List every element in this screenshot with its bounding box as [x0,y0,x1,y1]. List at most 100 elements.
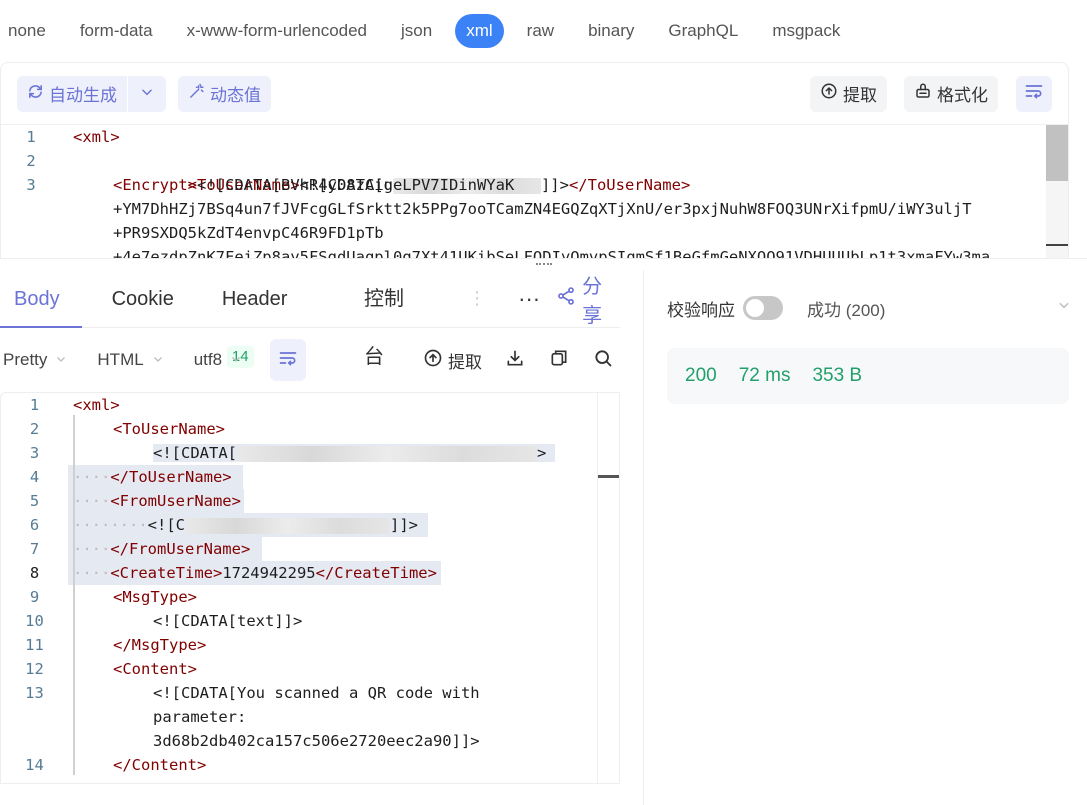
refresh-icon [27,83,44,105]
vertical-scrollbar[interactable] [1046,125,1068,258]
response-metrics: 200 72 ms 353 B [667,348,1069,404]
code-line: 8 ····<CreateTime>1724942295</CreateTime… [1,561,619,585]
tab-console[interactable]: 控制台 [364,270,422,368]
request-body-editor: 自动生成 动态值 提取 格式化 1 <xml> 2 <ToUserName><!… [0,62,1069,258]
code-line: 11 </MsgType> [25,636,207,654]
code-line: 7 ····</FromUserName> [1,537,619,561]
word-wrap-toggle[interactable] [1016,75,1052,112]
chevron-down-icon[interactable] [128,85,166,102]
content-type-select[interactable]: HTML [97,350,163,370]
body-type-xml[interactable]: xml [455,14,504,48]
code-line: +PR9SXDQ5kZdT4envpC46R9FD1pTb [1,221,1068,245]
magic-wand-icon [188,83,205,105]
code-line: 4 ····</ToUserName> [1,465,619,489]
auto-generate-split-button: 自动生成 [17,75,166,112]
word-wrap-toggle[interactable] [270,339,307,381]
format-icon [914,82,932,105]
verify-response-label: 校验响应 [667,300,735,320]
chevron-down-icon [55,353,67,368]
share-icon [556,286,582,312]
wrap-lines-icon [278,348,298,373]
dynamic-value-label: 动态值 [210,86,261,105]
cdata-text: +4e7ezdpZnK7FeiZp8ay5FSgdUaqpl0q7Xt41UKi… [113,248,991,258]
tab-cookie[interactable]: Cookie [112,270,174,328]
response-time: 72 ms [738,365,791,386]
share-button[interactable]: 分享 [556,270,620,328]
cdata-text: ]]> [540,176,569,194]
chevron-down-icon [152,353,164,368]
response-toolbar: Pretty HTML utf8 提取 [0,338,620,382]
redacted-value [237,445,537,462]
vertical-scrollbar[interactable] [597,393,619,783]
body-type-json[interactable]: json [401,14,432,48]
panel-resize-handle[interactable] [0,258,1087,270]
more-tabs-icon[interactable]: ··· [518,286,540,312]
auto-generate-button[interactable]: 自动生成 [17,76,127,112]
code-line: 13 <![CDATA[You scanned a QR code with [25,684,480,702]
code-line: 3 <![CDATA[> [1,441,619,465]
code-line: 1 <xml> [1,125,1068,149]
code-line: 9 <MsgType> [29,588,197,606]
code-line: 10 <![CDATA[text]]> [25,612,303,630]
cdata-text: <![CDATA[BVhR4y08zCiueLPV7IDinWYaK [197,176,515,194]
cdata-text: +PR9SXDQ5kZdT4envpC46R9FD1pTb [113,224,384,242]
upload-circle-icon [820,82,838,105]
chevron-down-icon [230,353,242,368]
share-label: 分享 [582,275,603,327]
line-number: 3 [26,176,36,194]
encoding-select[interactable]: utf8 [194,350,242,370]
code-line: +YM7DhHZj7BSq4un7fJVFcgGLfSrktt2k5PPg7oo… [1,197,1068,221]
code-line: 1 <xml> [29,396,120,414]
search-icon [593,348,613,373]
body-type-urlencoded[interactable]: x-www-form-urlencoded [187,14,367,48]
xml-tag: <Encrypt> [113,176,197,194]
request-code-area[interactable]: 1 <xml> 2 <ToUserName><![CDATA[g]]></ToU… [1,125,1068,258]
extract-button[interactable]: 提取 [810,75,887,112]
code-line: 2 <ToUserName><![CDATA[g]]></ToUserName> [1,149,1068,194]
body-type-none[interactable]: none [8,14,46,48]
code-line: 12 <Content> [25,660,197,678]
verify-response-toggle[interactable] [743,296,783,320]
auto-generate-label: 自动生成 [49,86,117,105]
format-button[interactable]: 格式化 [904,75,998,112]
copy-icon [549,348,569,373]
response-summary-panel: 校验响应 成功 (200) 200 72 ms 353 B [645,270,1087,805]
tab-body[interactable]: Body [0,270,82,328]
download-button[interactable] [504,349,526,371]
dynamic-value-button[interactable]: 动态值 [178,75,271,112]
line-number: 2 [26,152,36,170]
search-button[interactable] [592,349,614,371]
code-line: 5 ····<FromUserName> [1,489,619,513]
copy-button[interactable] [548,349,570,371]
view-mode-select[interactable]: Pretty [3,350,67,370]
chevron-down-icon[interactable] [1057,298,1071,315]
body-type-binary[interactable]: binary [588,14,634,48]
response-code-area[interactable]: 1 <xml> 2 <ToUserName> 3 <![CDATA[> 4 ··… [0,392,620,784]
body-type-raw[interactable]: raw [527,14,554,48]
status-text: 成功 (200) [807,300,886,320]
response-size: 353 B [812,365,863,386]
tab-header[interactable]: Header14 [222,270,316,369]
upload-circle-icon [423,348,443,373]
code-line: 3d68b2db402ca157c506e2720eec2a90]]> [153,732,480,750]
xml-tag: </ToUserName> [568,176,691,194]
body-type-tabs: none form-data x-www-form-urlencoded jso… [0,0,1087,62]
download-icon [505,348,525,373]
verify-response-row: 校验响应 成功 (200) [667,294,1071,322]
xml-tag: <xml> [73,128,120,146]
cdata-text: +YM7DhHZj7BSq4un7fJVFcgGLfSrktt2k5PPg7oo… [113,200,972,218]
extract-button[interactable]: 提取 [423,348,482,373]
status-code: 200 [685,365,717,386]
wrap-lines-icon [1024,81,1044,106]
body-type-graphql[interactable]: GraphQL [668,14,738,48]
code-line: parameter: [153,708,247,726]
code-line: 2 <ToUserName> [29,420,225,438]
body-type-form-data[interactable]: form-data [80,14,153,48]
body-type-msgpack[interactable]: msgpack [772,14,840,48]
scrollbar-position-marker [598,475,619,478]
scrollbar-thumb[interactable] [1046,125,1068,181]
format-label: 格式化 [937,86,988,105]
code-line: 6 ········<![C]]> [1,513,619,537]
indent-guide [73,415,75,775]
code-line: 14 </Content> [25,756,207,774]
